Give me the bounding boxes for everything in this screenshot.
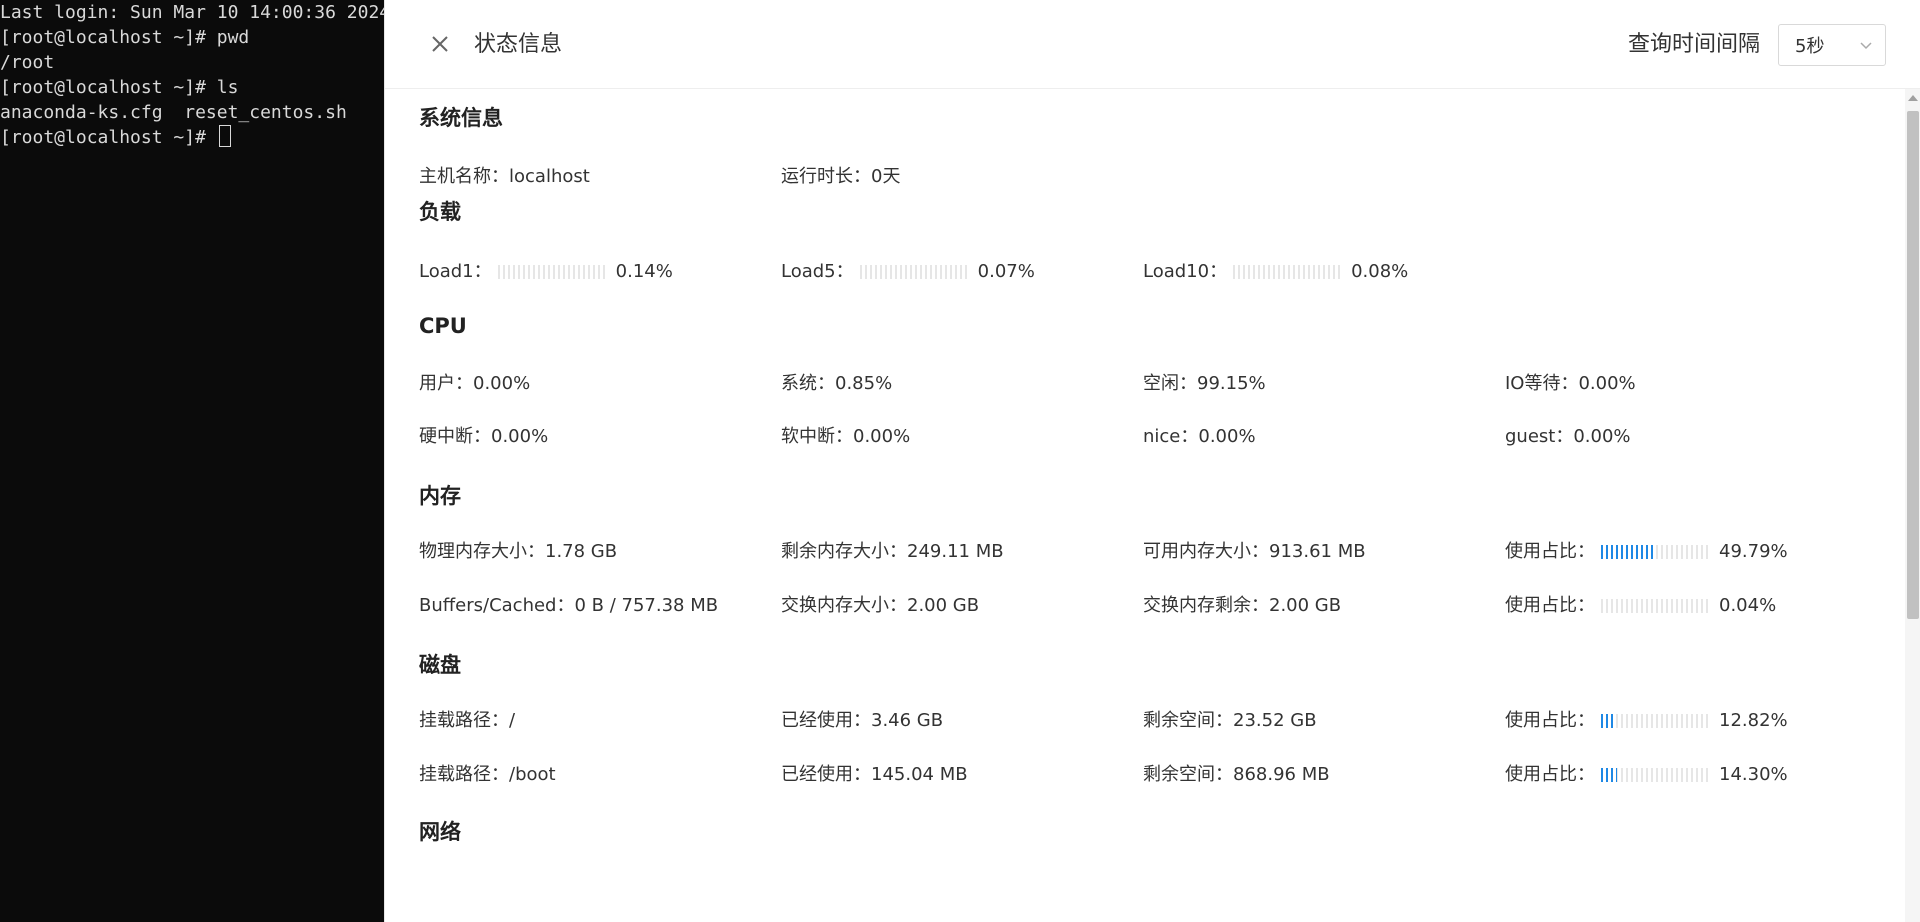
disk1-used: 已经使用：3.46 GB bbox=[781, 710, 944, 731]
interval-label: 查询时间间隔 bbox=[1628, 32, 1761, 57]
panel-header: 状态信息 查询时间间隔 5秒 bbox=[385, 0, 1920, 89]
cpu-softirq: 软中断：0.00% bbox=[781, 426, 911, 447]
disk1-mount: 挂载路径：/ bbox=[419, 710, 516, 731]
scrollbar-thumb[interactable] bbox=[1907, 111, 1919, 619]
status-panel: 状态信息 查询时间间隔 5秒 系统信息 主机名称：localhost 运行时长：… bbox=[384, 0, 1920, 922]
cpu-iowait: IO等待：0.00% bbox=[1505, 373, 1636, 394]
disk2-usage: 使用占比： 14.30% bbox=[1505, 762, 1788, 788]
memory-usage-bar-fill bbox=[1601, 545, 1656, 559]
disk1-free: 剩余空间：23.52 GB bbox=[1143, 710, 1317, 731]
section-title-memory: 内存 bbox=[419, 484, 461, 508]
cpu-guest: guest：0.00% bbox=[1505, 426, 1631, 447]
disk2-usage-bar bbox=[1601, 768, 1711, 782]
swap-usage: 使用占比： 0.04% bbox=[1505, 593, 1776, 619]
load1-value: 0.14% bbox=[615, 261, 673, 282]
terminal-line: /root bbox=[0, 52, 55, 73]
terminal[interactable]: Last login: Sun Mar 10 14:00:36 2024 [ro… bbox=[0, 0, 384, 922]
cpu-system: 系统：0.85% bbox=[781, 373, 893, 394]
cpu-idle: 空闲：99.15% bbox=[1143, 373, 1266, 394]
memory-free: 剩余内存大小：249.11 MB bbox=[781, 541, 1004, 562]
section-title-disk: 磁盘 bbox=[419, 653, 461, 677]
interval-select[interactable]: 5秒 bbox=[1778, 24, 1886, 66]
close-icon bbox=[432, 36, 448, 52]
load1: Load1： 0.14% bbox=[419, 259, 673, 285]
cpu-nice: nice：0.00% bbox=[1143, 426, 1256, 447]
close-button[interactable] bbox=[426, 30, 454, 58]
interval-select-value: 5秒 bbox=[1795, 36, 1825, 57]
memory-usage-label: 使用占比： bbox=[1505, 541, 1595, 562]
load1-label: Load1： bbox=[419, 261, 492, 282]
terminal-prompt-line: [root@localhost ~]# bbox=[0, 125, 384, 150]
hostname: 主机名称：localhost bbox=[419, 166, 590, 187]
disk2-usage-label: 使用占比： bbox=[1505, 764, 1595, 785]
terminal-line: [root@localhost ~]# ls bbox=[0, 77, 239, 98]
swap-usage-value: 0.04% bbox=[1719, 595, 1777, 616]
terminal-line: anaconda-ks.cfg reset_centos.sh bbox=[0, 102, 347, 123]
status-content: 系统信息 主机名称：localhost 运行时长：0天 负载 Load1： 0.… bbox=[419, 89, 1859, 922]
memory-buffers: Buffers/Cached：0 B / 757.38 MB bbox=[419, 595, 719, 616]
disk1-usage-bar bbox=[1601, 714, 1711, 728]
terminal-prompt: [root@localhost ~]# bbox=[0, 127, 217, 148]
uptime: 运行时长：0天 bbox=[781, 166, 901, 187]
load10-value: 0.08% bbox=[1351, 261, 1409, 282]
section-title-network: 网络 bbox=[419, 820, 461, 844]
disk1-usage: 使用占比： 12.82% bbox=[1505, 708, 1788, 734]
disk2-used: 已经使用：145.04 MB bbox=[781, 764, 968, 785]
disk1-usage-bar-fill bbox=[1601, 714, 1616, 728]
disk2-free: 剩余空间：868.96 MB bbox=[1143, 764, 1330, 785]
load10-bar bbox=[1233, 265, 1344, 279]
disk2-usage-bar-fill bbox=[1601, 768, 1617, 782]
section-title-load: 负载 bbox=[419, 200, 461, 224]
swap-total: 交换内存大小：2.00 GB bbox=[781, 595, 980, 616]
swap-usage-bar bbox=[1601, 599, 1711, 613]
panel-title: 状态信息 bbox=[474, 32, 563, 57]
terminal-line: Last login: Sun Mar 10 14:00:36 2024 bbox=[0, 2, 384, 23]
cpu-irq: 硬中断：0.00% bbox=[419, 426, 549, 447]
memory-physical: 物理内存大小：1.78 GB bbox=[419, 541, 618, 562]
swap-usage-label: 使用占比： bbox=[1505, 595, 1595, 616]
load10-label: Load10： bbox=[1143, 261, 1228, 282]
disk1-usage-label: 使用占比： bbox=[1505, 710, 1595, 731]
disk2-usage-value: 14.30% bbox=[1719, 764, 1788, 785]
terminal-line: [root@localhost ~]# pwd bbox=[0, 27, 250, 48]
memory-available: 可用内存大小：913.61 MB bbox=[1143, 541, 1366, 562]
chevron-down-icon bbox=[1860, 42, 1872, 50]
memory-usage-bar bbox=[1601, 545, 1711, 559]
load10: Load10： 0.08% bbox=[1143, 259, 1408, 285]
terminal-cursor bbox=[218, 125, 231, 147]
load5-label: Load5： bbox=[781, 261, 854, 282]
scrollbar[interactable] bbox=[1905, 89, 1920, 922]
load1-bar bbox=[497, 265, 608, 279]
memory-usage-value: 49.79% bbox=[1719, 541, 1788, 562]
scroll-up-arrow-icon[interactable] bbox=[1907, 93, 1919, 103]
load5: Load5： 0.07% bbox=[781, 259, 1035, 285]
memory-usage: 使用占比： 49.79% bbox=[1505, 539, 1788, 565]
section-title-cpu: CPU bbox=[419, 314, 467, 338]
swap-free: 交换内存剩余：2.00 GB bbox=[1143, 595, 1342, 616]
load5-value: 0.07% bbox=[977, 261, 1035, 282]
section-title-system: 系统信息 bbox=[419, 106, 503, 130]
load5-bar bbox=[859, 265, 970, 279]
disk2-mount: 挂载路径：/boot bbox=[419, 764, 556, 785]
disk1-usage-value: 12.82% bbox=[1719, 710, 1788, 731]
cpu-user: 用户：0.00% bbox=[419, 373, 531, 394]
